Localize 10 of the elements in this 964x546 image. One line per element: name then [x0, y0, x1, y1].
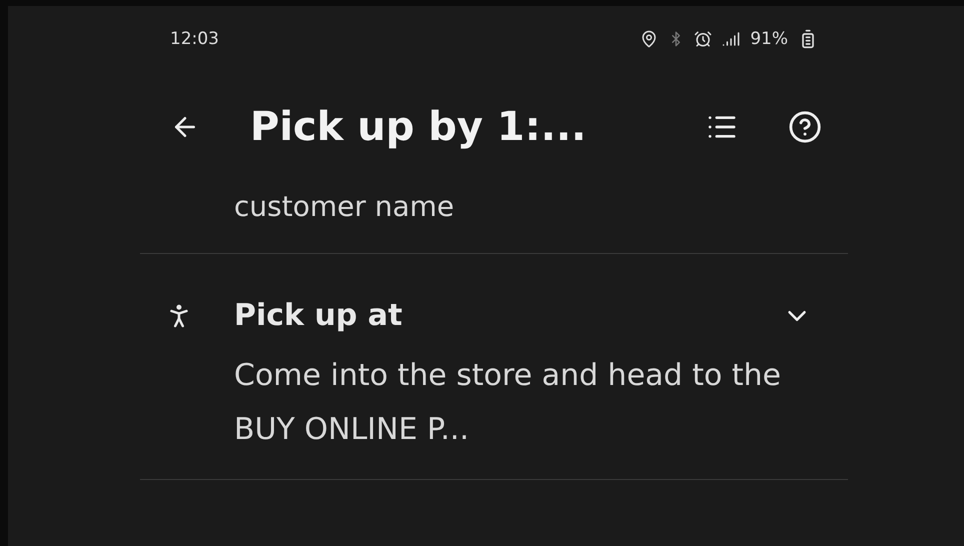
- signal-icon: [722, 30, 740, 48]
- alarm-icon: [694, 30, 712, 48]
- page-title: Pick up by 1:...: [250, 104, 588, 150]
- pickup-instructions: Come into the store and head to the BUY ONLINE P...: [233, 357, 782, 449]
- battery-level: 91%: [750, 29, 788, 49]
- customer-name: customer name: [233, 189, 456, 225]
- location-icon: [640, 30, 658, 48]
- section-title: Pick up at: [234, 298, 404, 333]
- help-button[interactable]: [788, 110, 822, 144]
- status-time: 12:03: [170, 29, 219, 49]
